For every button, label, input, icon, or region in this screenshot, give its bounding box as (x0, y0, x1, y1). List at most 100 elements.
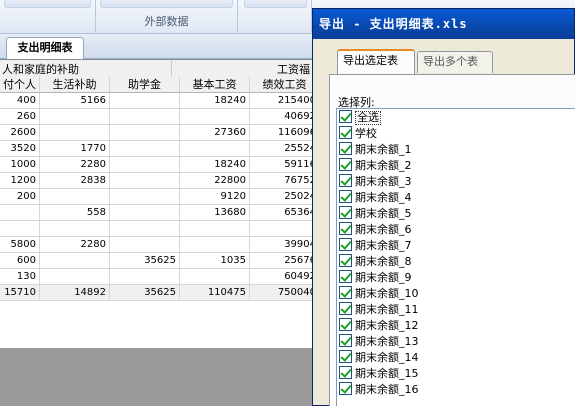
tab-expense-detail[interactable]: 支出明细表 (6, 37, 84, 59)
table-cell[interactable] (39, 252, 110, 269)
table-cell[interactable] (109, 108, 180, 125)
table-cell[interactable] (179, 236, 250, 253)
checkbox-checked-icon[interactable] (339, 270, 352, 283)
table-cell[interactable]: 400 (0, 92, 40, 109)
table-cell[interactable] (109, 156, 180, 173)
column-checkbox-item[interactable]: 期末余额_6 (339, 222, 412, 238)
checkbox-checked-icon[interactable] (339, 158, 352, 171)
table-cell[interactable] (39, 108, 110, 125)
table-cell[interactable]: 39904 (249, 236, 320, 253)
table-cell[interactable]: 9120 (179, 188, 250, 205)
table-cell[interactable]: 5166 (39, 92, 110, 109)
table-cell[interactable] (249, 220, 320, 237)
checkbox-checked-icon[interactable] (339, 126, 352, 139)
table-cell[interactable]: 13680 (179, 204, 250, 221)
table-cell[interactable] (109, 236, 180, 253)
table-cell[interactable]: 2600 (0, 124, 40, 141)
column-checkbox-item[interactable]: 期末余额_12 (339, 318, 419, 334)
column-checkbox-item[interactable]: 期末余额_9 (339, 270, 412, 286)
table-cell[interactable] (39, 268, 110, 285)
column-checkbox-item[interactable]: 期末余额_10 (339, 286, 419, 302)
dialog-title[interactable]: 导出 - 支出明细表.xls (313, 9, 574, 39)
table-cell[interactable] (179, 140, 250, 157)
table-cell[interactable] (39, 220, 110, 237)
checkbox-checked-icon[interactable] (339, 334, 352, 347)
table-cell[interactable]: 40692 (249, 108, 320, 125)
table-cell[interactable] (179, 268, 250, 285)
ribbon-button[interactable] (244, 0, 307, 8)
column-header[interactable]: 生活补助 (39, 76, 110, 93)
table-cell[interactable]: 1770 (39, 140, 110, 157)
table-cell[interactable]: 200 (0, 188, 40, 205)
table-cell[interactable]: 2280 (39, 156, 110, 173)
checkbox-checked-icon[interactable] (339, 366, 352, 379)
checkbox-checked-icon[interactable] (339, 350, 352, 363)
checkbox-checked-icon[interactable] (339, 222, 352, 235)
checkbox-checked-icon[interactable] (339, 286, 352, 299)
table-cell[interactable]: 18240 (179, 156, 250, 173)
table-cell[interactable] (109, 204, 180, 221)
table-cell[interactable] (109, 220, 180, 237)
table-cell[interactable]: 130 (0, 268, 40, 285)
checkbox-checked-icon[interactable] (339, 190, 352, 203)
table-cell[interactable]: 116096 (249, 124, 320, 141)
table-cell[interactable]: 35625 (109, 284, 180, 301)
table-cell[interactable]: 59116 (249, 156, 320, 173)
table-cell[interactable] (109, 172, 180, 189)
checkbox-checked-icon[interactable] (339, 318, 352, 331)
table-cell[interactable]: 2280 (39, 236, 110, 253)
column-header[interactable]: 基本工资 (179, 76, 250, 93)
table-cell[interactable] (109, 92, 180, 109)
column-checkbox-item[interactable]: 学校 (339, 126, 377, 142)
table-cell[interactable] (179, 220, 250, 237)
table-cell[interactable]: 5800 (0, 236, 40, 253)
tab-export-selected[interactable]: 导出选定表 (337, 49, 415, 74)
column-checkbox-item[interactable]: 全选 (339, 110, 381, 126)
table-cell[interactable] (39, 188, 110, 205)
table-cell[interactable]: 18240 (179, 92, 250, 109)
column-checkbox-item[interactable]: 期末余额_11 (339, 302, 419, 318)
checkbox-checked-icon[interactable] (339, 174, 352, 187)
table-cell[interactable] (179, 108, 250, 125)
table-cell[interactable]: 22800 (179, 172, 250, 189)
table-cell[interactable]: 1200 (0, 172, 40, 189)
ribbon-button[interactable] (100, 0, 233, 8)
checkbox-checked-icon[interactable] (339, 238, 352, 251)
table-cell[interactable]: 110475 (179, 284, 250, 301)
table-cell[interactable] (109, 268, 180, 285)
table-cell[interactable]: 25524 (249, 140, 320, 157)
table-cell[interactable] (39, 124, 110, 141)
table-cell[interactable]: 558 (39, 204, 110, 221)
table-cell[interactable]: 27360 (179, 124, 250, 141)
checkbox-checked-icon[interactable] (339, 142, 352, 155)
table-cell[interactable]: 76752 (249, 172, 320, 189)
table-cell[interactable] (109, 188, 180, 205)
table-cell[interactable] (109, 140, 180, 157)
column-checkbox-item[interactable]: 期末余额_4 (339, 190, 412, 206)
table-cell[interactable]: 65364 (249, 204, 320, 221)
table-cell[interactable]: 600 (0, 252, 40, 269)
column-checkbox-item[interactable]: 期末余额_16 (339, 382, 419, 398)
column-checkbox-item[interactable]: 期末余额_8 (339, 254, 412, 270)
column-checkbox-item[interactable]: 期末余额_15 (339, 366, 419, 382)
table-cell[interactable]: 260 (0, 108, 40, 125)
table-cell[interactable]: 25676 (249, 252, 320, 269)
column-checklist[interactable]: 全选 学校 期末余额_1 期末余额_2 期末余额_3 期末余额_4 期末余额_5 期末余额_6… (336, 108, 575, 406)
column-checkbox-item[interactable]: 期末余额_2 (339, 158, 412, 174)
table-cell[interactable]: 14892 (39, 284, 110, 301)
table-cell[interactable]: 750040 (249, 284, 320, 301)
checkbox-checked-icon[interactable] (339, 382, 352, 395)
column-checkbox-item[interactable]: 期末余额_5 (339, 206, 412, 222)
column-checkbox-item[interactable]: 期末余额_1 (339, 142, 412, 158)
checkbox-checked-icon[interactable] (339, 206, 352, 219)
ribbon-button[interactable] (4, 0, 91, 8)
column-header[interactable]: 付个人 (0, 76, 40, 93)
table-cell[interactable]: 35625 (109, 252, 180, 269)
table-cell[interactable]: 3520 (0, 140, 40, 157)
table-cell[interactable] (0, 204, 40, 221)
table-cell[interactable]: 60492 (249, 268, 320, 285)
table-cell[interactable]: 215400 (249, 92, 320, 109)
column-checkbox-item[interactable]: 期末余额_14 (339, 350, 419, 366)
table-cell[interactable]: 2838 (39, 172, 110, 189)
column-checkbox-item[interactable]: 期末余额_7 (339, 238, 412, 254)
